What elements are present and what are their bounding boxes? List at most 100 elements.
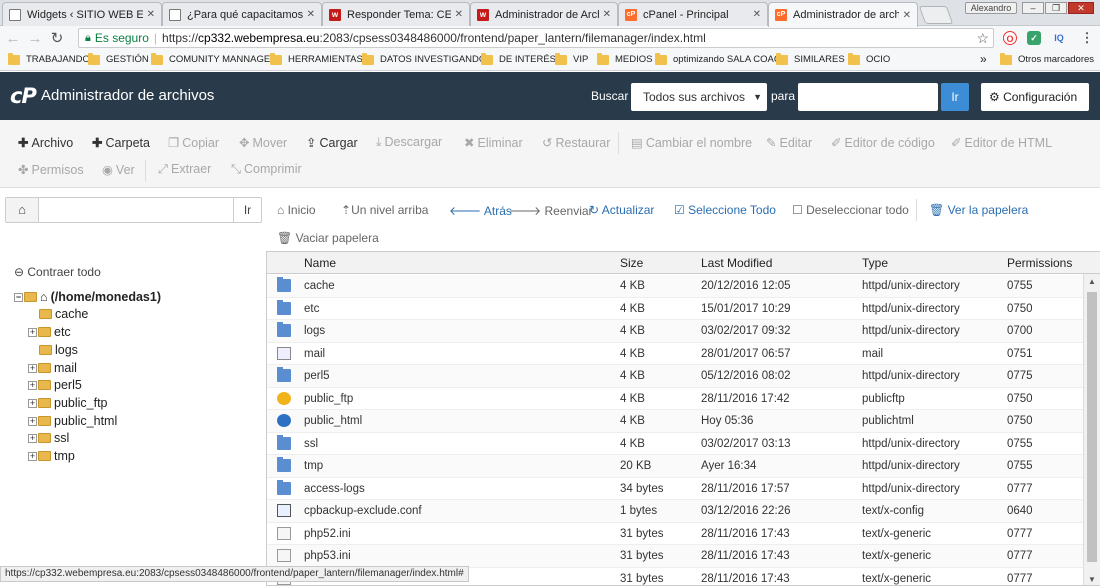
refresh-link[interactable]: ↻ Actualizar bbox=[589, 203, 654, 217]
browser-tab[interactable]: cP cPanel - Principal ✕ bbox=[618, 2, 768, 26]
table-row[interactable]: php53.ini 31 bytes 28/11/2016 17:43 text/x-… bbox=[267, 545, 1083, 568]
close-icon[interactable]: ✕ bbox=[603, 9, 611, 20]
bookmark-folder[interactable]: optimizando SALA COAC bbox=[655, 52, 781, 65]
tree-item-public-ftp[interactable]: + public_ftp bbox=[28, 395, 108, 411]
close-icon[interactable]: ✕ bbox=[147, 9, 155, 20]
close-icon[interactable]: ✕ bbox=[903, 10, 911, 21]
column-header-name[interactable]: Name bbox=[304, 256, 336, 270]
window-close-icon[interactable]: ✕ bbox=[1068, 2, 1094, 14]
forward-link[interactable]: 🡒 Reenviar bbox=[509, 203, 593, 218]
table-row[interactable]: mail 4 KB 28/01/2017 06:57 mail 0751 bbox=[267, 343, 1083, 365]
shield-extension-icon[interactable]: ✓ bbox=[1027, 31, 1041, 45]
column-header-modified[interactable]: Last Modified bbox=[701, 256, 772, 270]
bookmark-folder[interactable]: SIMILARES bbox=[776, 52, 845, 65]
bookmark-folder[interactable]: VIP bbox=[555, 52, 588, 65]
delete-button[interactable]: ✖ Eliminar bbox=[464, 135, 523, 150]
column-header-type[interactable]: Type bbox=[862, 256, 888, 270]
restore-button[interactable]: ↺ Restaurar bbox=[542, 135, 610, 150]
menu-icon[interactable]: ⋮ bbox=[1080, 31, 1094, 45]
tree-item-public-html[interactable]: + public_html bbox=[28, 413, 117, 429]
bookmark-star-icon[interactable]: ☆ bbox=[976, 30, 989, 47]
bookmark-folder[interactable]: HERRAMIENTAS bbox=[270, 52, 363, 65]
move-button[interactable]: ✥ Mover bbox=[239, 135, 287, 150]
table-row[interactable]: cache 4 KB 20/12/2016 12:05 httpd/unix-dire… bbox=[267, 275, 1083, 298]
browser-tab[interactable]: w Administrador de Archivo ✕ bbox=[470, 2, 618, 26]
vertical-scrollbar[interactable]: ▲ ▼ bbox=[1083, 274, 1100, 585]
table-row[interactable]: public_html 4 KB Hoy 05:36 publichtml 0750 bbox=[267, 410, 1083, 433]
copy-button[interactable]: ❐ Copiar bbox=[168, 135, 219, 150]
other-bookmarks-folder[interactable]: Otros marcadores bbox=[1000, 52, 1094, 65]
scrollbar-thumb[interactable] bbox=[1087, 292, 1097, 562]
tree-item-etc[interactable]: + etc bbox=[28, 324, 71, 340]
reload-icon[interactable]: ↻ bbox=[46, 29, 68, 47]
column-header-permissions[interactable]: Permissions bbox=[1007, 256, 1072, 270]
browser-tab[interactable]: ¿Para qué capacitamos a ✕ bbox=[162, 2, 322, 26]
tree-item-ssl[interactable]: + ssl bbox=[28, 430, 69, 446]
deselect-all-link[interactable]: ☐ Deseleccionar todo bbox=[792, 203, 909, 217]
bookmark-folder[interactable]: GESTIÓN bbox=[88, 52, 149, 65]
upload-button[interactable]: ⇪ Cargar bbox=[306, 135, 358, 150]
close-icon[interactable]: ✕ bbox=[753, 9, 761, 20]
new-tab-button[interactable] bbox=[918, 6, 954, 24]
collapse-all-link[interactable]: ⊖ Contraer todo bbox=[14, 265, 101, 279]
back-link[interactable]: 🡐 Atrás bbox=[449, 203, 512, 218]
column-header-size[interactable]: Size bbox=[620, 256, 643, 270]
bookmark-folder[interactable]: TRABAJANDO bbox=[8, 52, 90, 65]
back-arrow-icon[interactable]: ← bbox=[2, 30, 24, 47]
path-input[interactable] bbox=[40, 198, 230, 222]
scroll-down-icon[interactable]: ▼ bbox=[1088, 575, 1096, 584]
settings-button[interactable]: ⚙ Configuración bbox=[981, 83, 1089, 111]
minimize-icon[interactable]: – bbox=[1022, 2, 1044, 14]
tree-root[interactable]: − ⌂ (/home/monedas1) bbox=[14, 289, 161, 305]
table-row[interactable]: access-logs 34 bytes 28/11/2016 17:57 httpd… bbox=[267, 478, 1083, 500]
new-folder-button[interactable]: ✚ Carpeta bbox=[92, 135, 150, 150]
home-icon[interactable]: ⌂ bbox=[6, 198, 39, 222]
search-input[interactable] bbox=[798, 83, 938, 111]
bookmark-folder[interactable]: DATOS INVESTIGANDO bbox=[362, 52, 486, 65]
forward-arrow-icon[interactable]: → bbox=[24, 30, 46, 47]
profile-button[interactable]: Alexandro bbox=[965, 2, 1017, 14]
close-icon[interactable]: ✕ bbox=[455, 9, 463, 20]
edit-button[interactable]: ✎ Editar bbox=[766, 135, 812, 150]
iq-extension-icon[interactable]: IQ bbox=[1051, 31, 1067, 45]
more-bookmarks-button[interactable]: » bbox=[980, 52, 987, 66]
home-link[interactable]: ⌂ Inicio bbox=[277, 203, 316, 217]
code-editor-button[interactable]: ✐ Editor de código bbox=[831, 135, 935, 150]
tree-item-perl5[interactable]: + perl5 bbox=[28, 377, 82, 393]
browser-tab-active[interactable]: cP Administrador de archivo ✕ bbox=[768, 2, 918, 27]
select-all-link[interactable]: ☑ Seleccione Todo bbox=[674, 203, 776, 217]
cpanel-logo[interactable]: cP bbox=[10, 84, 37, 108]
maximize-icon[interactable]: ❐ bbox=[1045, 2, 1067, 14]
opera-extension-icon[interactable]: O bbox=[1003, 31, 1017, 45]
bookmark-folder[interactable]: DE INTERÉS bbox=[481, 52, 556, 65]
html-editor-button[interactable]: ✐ Editor de HTML bbox=[951, 135, 1052, 150]
tree-item-tmp[interactable]: + tmp bbox=[28, 448, 75, 464]
browser-tab[interactable]: w Responder Tema: CERTIF ✕ bbox=[322, 2, 470, 26]
table-row[interactable]: logs 4 KB 03/02/2017 09:32 httpd/unix-direc… bbox=[267, 320, 1083, 343]
compress-button[interactable]: ⤡ Comprimir bbox=[231, 162, 302, 177]
empty-trash-link[interactable]: 🗑︎ Vaciar papelera bbox=[277, 231, 379, 245]
table-row[interactable]: perl5 4 KB 05/12/2016 08:02 httpd/unix-dire… bbox=[267, 365, 1083, 388]
extract-button[interactable]: ⤢ Extraer bbox=[158, 162, 211, 177]
tree-item-cache[interactable]: cache bbox=[39, 306, 88, 322]
table-row[interactable]: php52.ini 31 bytes 28/11/2016 17:43 text/x-… bbox=[267, 523, 1083, 545]
scroll-up-icon[interactable]: ▲ bbox=[1088, 277, 1096, 286]
tree-item-mail[interactable]: + mail bbox=[28, 360, 77, 376]
bookmark-folder[interactable]: OCIO bbox=[848, 52, 890, 65]
table-row[interactable]: cpbackup-exclude.conf 1 bytes 03/12/2016 2… bbox=[267, 500, 1083, 523]
bookmark-folder[interactable]: MEDIOS bbox=[597, 52, 652, 65]
new-file-button[interactable]: ✚ Archivo bbox=[18, 135, 73, 150]
table-row[interactable]: ssl 4 KB 03/02/2017 03:13 httpd/unix-direct… bbox=[267, 433, 1083, 455]
rename-button[interactable]: ▤ Cambiar el nombre bbox=[631, 135, 752, 150]
download-button[interactable]: ⤓ Descargar bbox=[376, 135, 442, 150]
url-field[interactable]: 🔒︎ Es seguro | https://cp332.webempresa.… bbox=[78, 28, 994, 48]
table-row[interactable]: tmp 20 KB Ayer 16:34 httpd/unix-directory 07… bbox=[267, 455, 1083, 478]
view-button[interactable]: ◉ Ver bbox=[102, 162, 135, 177]
tree-item-logs[interactable]: logs bbox=[39, 342, 78, 358]
permissions-button[interactable]: ✤ Permisos bbox=[18, 162, 84, 177]
path-go-button[interactable]: Ir bbox=[233, 198, 261, 222]
search-scope-select[interactable]: Todos sus archivos ▼ bbox=[631, 83, 767, 111]
browser-tab[interactable]: Widgets ‹ SITIO WEB EN ✕ bbox=[2, 2, 162, 26]
view-trash-link[interactable]: 🗑︎ Ver la papelera bbox=[929, 203, 1028, 217]
bookmark-folder[interactable]: COMUNITY MANNAGER bbox=[151, 52, 277, 65]
